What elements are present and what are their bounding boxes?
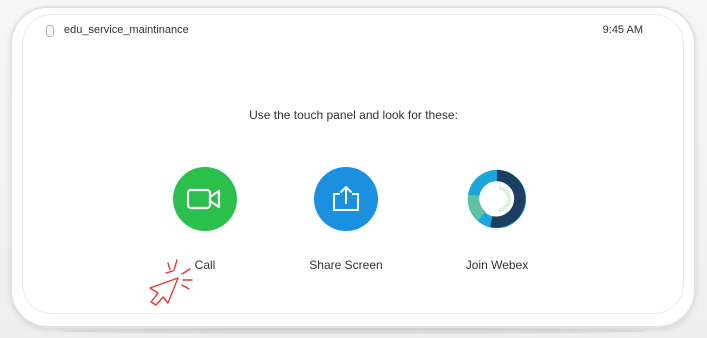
share-screen-label: Share Screen [309,258,383,272]
join-webex-label: Join Webex [465,258,529,272]
clock-time: 9:45 AM [602,24,643,36]
video-camera-icon[interactable] [173,167,237,231]
tap-pointer-icon [146,258,200,313]
panel-shadow [60,328,647,334]
share-screen-icon[interactable] [314,167,378,231]
instruction-text: Use the touch panel and look for these: [249,108,458,122]
join-webex-button[interactable]: Join Webex [437,167,557,272]
call-button[interactable]: Call [145,167,265,272]
webex-logo-icon[interactable] [465,167,529,231]
touch-panel-screen: edu_service_maintinance 9:45 AM Use the … [0,0,707,338]
share-screen-button[interactable]: Share Screen [286,167,406,272]
device-name: edu_service_maintinance [64,24,189,36]
status-indicator-icon [46,25,54,37]
